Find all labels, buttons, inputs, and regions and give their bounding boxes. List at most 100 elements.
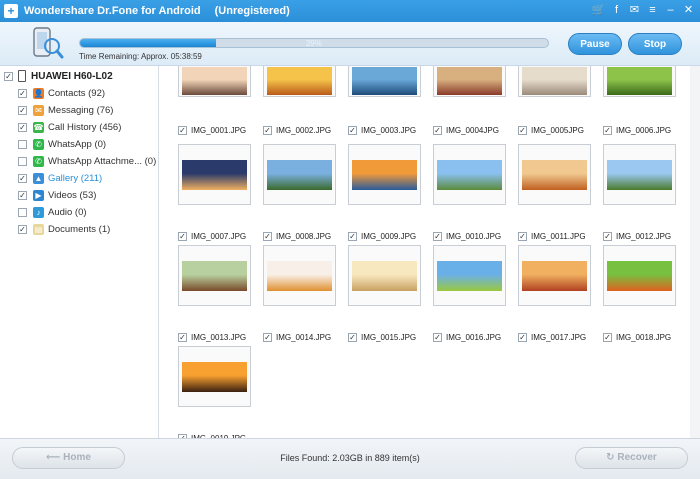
gallery-thumbnail[interactable] xyxy=(263,144,336,205)
app-title: Wondershare Dr.Fone for Android xyxy=(24,5,201,17)
gallery-icon: ▲ xyxy=(33,172,44,184)
sidebar-item-whatsapp-attachment[interactable]: ✆ WhatsApp Attachme... (0) xyxy=(18,154,156,168)
photo-checkbox[interactable]: ✓ xyxy=(263,332,272,342)
registration-status: (Unregistered) xyxy=(214,5,290,17)
photo-image xyxy=(437,160,502,190)
photo-image xyxy=(522,261,587,291)
minimize-icon[interactable]: – xyxy=(663,3,678,18)
documents-icon: ▤ xyxy=(33,223,44,235)
sidebar-item-label: Contacts (92) xyxy=(48,87,106,99)
grid-scrollbar[interactable] xyxy=(690,66,700,438)
gallery-thumbnail[interactable] xyxy=(348,66,421,97)
photo-checkbox[interactable]: ✓ xyxy=(433,231,442,241)
sidebar-item-call-history[interactable]: ✓ ☎ Call History (456) xyxy=(18,120,121,134)
sidebar-item-videos[interactable]: ✓ ▶ Videos (53) xyxy=(18,188,96,202)
sidebar-item-checkbox[interactable] xyxy=(18,156,27,166)
gallery-thumbnail[interactable] xyxy=(518,144,591,205)
facebook-icon[interactable]: f xyxy=(609,3,624,18)
gallery-thumbnail[interactable] xyxy=(603,245,676,306)
thumbnail-caption: ✓ IMG_0009.JPG xyxy=(348,230,416,242)
device-checkbox[interactable]: ✓ xyxy=(4,71,13,81)
close-icon[interactable]: ✕ xyxy=(681,3,696,18)
sidebar-item-label: Gallery (211) xyxy=(48,172,103,184)
photo-checkbox[interactable]: ✓ xyxy=(518,125,527,135)
sidebar-item-documents[interactable]: ✓ ▤ Documents (1) xyxy=(18,222,110,236)
photo-image xyxy=(267,261,332,291)
photo-image xyxy=(607,67,672,95)
photo-filename: IMG_0009.JPG xyxy=(361,231,417,241)
photo-checkbox[interactable]: ✓ xyxy=(263,125,272,135)
photo-checkbox[interactable]: ✓ xyxy=(518,332,527,342)
photo-image xyxy=(607,160,672,190)
sidebar-item-contacts[interactable]: ✓ 👤 Contacts (92) xyxy=(18,86,105,100)
phone-icon xyxy=(18,70,26,82)
gallery-thumbnail[interactable] xyxy=(603,66,676,97)
gallery-thumbnail[interactable] xyxy=(178,144,251,205)
sidebar-item-gallery[interactable]: ✓ ▲ Gallery (211) xyxy=(18,171,102,185)
gallery-thumbnail[interactable] xyxy=(348,144,421,205)
photo-image xyxy=(182,67,247,95)
photo-checkbox[interactable]: ✓ xyxy=(348,231,357,241)
sidebar-item-checkbox[interactable]: ✓ xyxy=(18,224,27,234)
sidebar-item-checkbox[interactable]: ✓ xyxy=(18,190,27,200)
gallery-thumbnail[interactable] xyxy=(518,245,591,306)
photo-checkbox[interactable]: ✓ xyxy=(263,231,272,241)
gallery-thumbnail[interactable] xyxy=(518,66,591,97)
pause-button[interactable]: Pause xyxy=(568,33,622,55)
photo-image xyxy=(267,67,332,95)
device-name: HUAWEI H60-L02 xyxy=(31,70,113,82)
photo-checkbox[interactable]: ✓ xyxy=(603,332,612,342)
thumbnail-caption: ✓ IMG_0003.JPG xyxy=(348,124,416,136)
gallery-thumbnail[interactable] xyxy=(178,346,251,407)
photo-checkbox[interactable]: ✓ xyxy=(433,332,442,342)
photo-checkbox[interactable]: ✓ xyxy=(178,125,187,135)
app-logo-icon: + xyxy=(4,4,18,18)
sidebar-item-whatsapp[interactable]: ✆ WhatsApp (0) xyxy=(18,137,106,151)
gallery-thumbnail[interactable] xyxy=(348,245,421,306)
sidebar-item-checkbox[interactable] xyxy=(18,207,27,217)
sidebar-item-checkbox[interactable]: ✓ xyxy=(18,88,27,98)
videos-icon: ▶ xyxy=(33,189,44,201)
gallery-thumbnail[interactable] xyxy=(433,66,506,97)
photo-filename: IMG_0013.JPG xyxy=(191,332,247,342)
menu-icon[interactable]: ≡ xyxy=(645,3,660,18)
photo-checkbox[interactable]: ✓ xyxy=(433,125,442,135)
sidebar-item-audio[interactable]: ♪ Audio (0) xyxy=(18,205,87,219)
sidebar-item-messaging[interactable]: ✓ ✉ Messaging (76) xyxy=(18,103,113,117)
sidebar-item-label: Call History (456) xyxy=(48,121,122,133)
cart-icon[interactable]: 🛒 xyxy=(591,3,606,18)
photo-checkbox[interactable]: ✓ xyxy=(348,125,357,135)
title-bar: + Wondershare Dr.Fone for Android (Unreg… xyxy=(0,0,700,22)
recover-button[interactable]: ↻ Recover xyxy=(575,447,688,469)
device-node[interactable]: ✓ HUAWEI H60-L02 xyxy=(4,69,113,83)
photo-filename: IMG_0003.JPG xyxy=(361,125,417,135)
gallery-thumbnail[interactable] xyxy=(603,144,676,205)
sidebar-item-checkbox[interactable]: ✓ xyxy=(18,105,27,115)
photo-checkbox[interactable]: ✓ xyxy=(178,332,187,342)
stop-button[interactable]: Stop xyxy=(628,33,682,55)
sidebar-item-checkbox[interactable]: ✓ xyxy=(18,173,27,183)
photo-image xyxy=(352,261,417,291)
photo-checkbox[interactable]: ✓ xyxy=(348,332,357,342)
photo-filename: IMG_0010.JPG xyxy=(446,231,502,241)
thumbnail-caption: ✓ IMG_0005JPG xyxy=(518,124,584,136)
photo-checkbox[interactable]: ✓ xyxy=(518,231,527,241)
gallery-thumbnail[interactable] xyxy=(433,245,506,306)
thumbnail-caption: ✓ IMG_0017.JPG xyxy=(518,331,586,343)
message-icon[interactable]: ✉ xyxy=(627,3,642,18)
gallery-thumbnail[interactable] xyxy=(178,66,251,97)
photo-checkbox[interactable]: ✓ xyxy=(603,231,612,241)
gallery-thumbnail[interactable] xyxy=(263,245,336,306)
sidebar-item-label: WhatsApp Attachme... (0) xyxy=(48,155,157,167)
gallery-thumbnail[interactable] xyxy=(178,245,251,306)
sidebar-item-checkbox[interactable] xyxy=(18,139,27,149)
thumbnail-caption: ✓ IMG_0012.JPG xyxy=(603,230,671,242)
photo-checkbox[interactable]: ✓ xyxy=(603,125,612,135)
thumbnail-caption: ✓ IMG_0014.JPG xyxy=(263,331,331,343)
gallery-thumbnail[interactable] xyxy=(263,66,336,97)
phone-scan-icon xyxy=(33,27,64,59)
thumbnail-caption: ✓ IMG_0015.JPG xyxy=(348,331,416,343)
gallery-thumbnail[interactable] xyxy=(433,144,506,205)
photo-checkbox[interactable]: ✓ xyxy=(178,231,187,241)
sidebar-item-checkbox[interactable]: ✓ xyxy=(18,122,27,132)
